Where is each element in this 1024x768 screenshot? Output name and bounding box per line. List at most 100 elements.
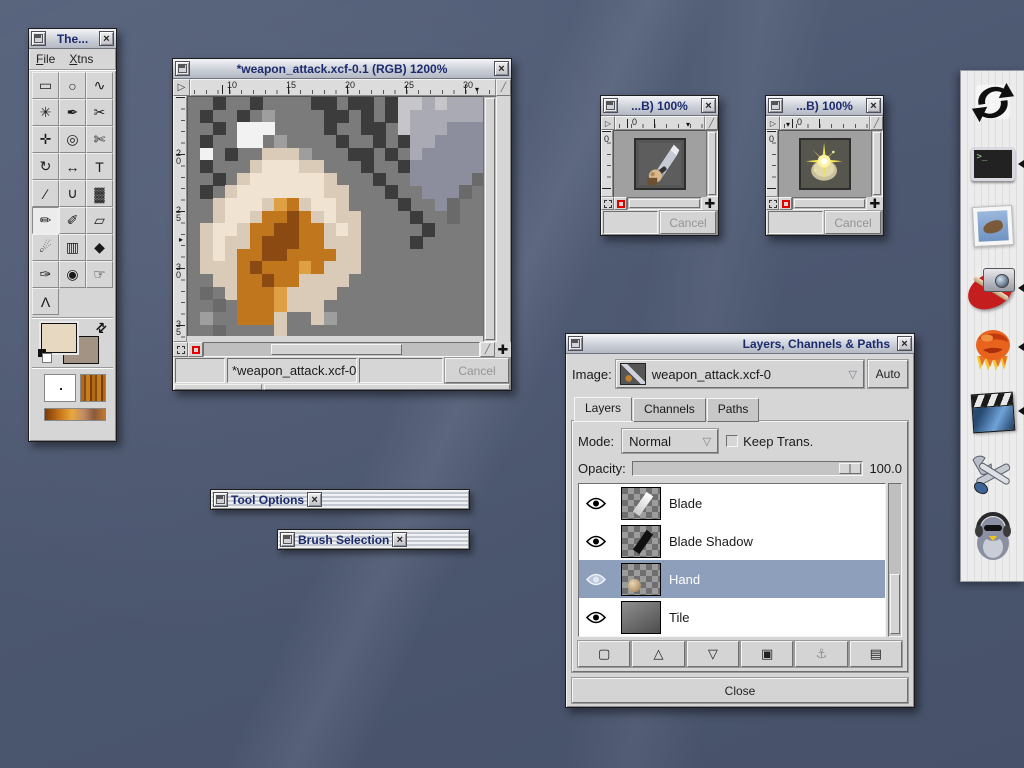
selection-mode-toggle[interactable] — [766, 197, 779, 210]
pan-navigation-icon[interactable]: ✚ — [702, 197, 718, 210]
vertical-ruler[interactable]: 0 — [766, 130, 778, 197]
close-icon[interactable]: × — [307, 492, 322, 507]
pan-navigation-icon[interactable]: ✚ — [867, 197, 883, 210]
tool-free-select[interactable]: ∿ — [86, 72, 113, 99]
dock-item-email[interactable] — [961, 195, 1024, 257]
drawer-arrow-icon[interactable] — [1018, 407, 1024, 415]
tool-measure[interactable]: Λ — [32, 288, 59, 315]
brush-selection-collapsed-window[interactable]: Brush Selection × — [277, 529, 470, 550]
dock-item-screenshot[interactable] — [961, 257, 1024, 319]
tool-clone[interactable]: ▥ — [59, 234, 86, 261]
default-colors-icon[interactable] — [38, 349, 52, 363]
canvas-pixels[interactable] — [187, 96, 483, 336]
tool-scissors[interactable]: ✂ — [86, 99, 113, 126]
window-menu-icon[interactable] — [603, 98, 618, 113]
tool-ink[interactable]: ✑ — [32, 261, 59, 288]
tool-options-collapsed-window[interactable]: Tool Options × — [210, 489, 470, 510]
preview-titlebar[interactable]: ...B) 100% × — [766, 96, 883, 116]
dock-item-terminal[interactable]: >_ — [961, 133, 1024, 195]
selection-mode-toggle[interactable] — [173, 342, 188, 357]
horizontal-scrollbar[interactable] — [203, 342, 480, 357]
swap-colors-icon[interactable]: ⇄ — [92, 318, 111, 337]
image-menu-button[interactable]: ▷ — [601, 116, 615, 130]
resize-strip[interactable] — [173, 384, 511, 390]
layer-list-scrollbar[interactable] — [888, 483, 902, 637]
tool-flip[interactable]: ↔ — [59, 153, 86, 180]
horizontal-scrollbar[interactable] — [627, 197, 702, 210]
anchor-layer-button[interactable]: ⚓ — [795, 641, 847, 667]
quickmask-toggle[interactable] — [779, 197, 792, 210]
window-menu-icon[interactable] — [31, 31, 46, 46]
close-icon[interactable]: × — [494, 61, 509, 76]
scrollbar-thumb[interactable] — [271, 344, 402, 355]
tool-paintbrush[interactable]: ✐ — [59, 207, 86, 234]
window-menu-icon[interactable] — [568, 336, 583, 351]
quickmask-toggle[interactable] — [188, 342, 203, 357]
layers-dialog-titlebar[interactable]: Layers, Channels & Paths × — [566, 334, 914, 354]
tool-dodge-burn[interactable]: ◉ — [59, 261, 86, 288]
cancel-button[interactable]: Cancel — [825, 211, 881, 234]
vertical-ruler[interactable]: 20 25 30 35 ▸ — [173, 96, 187, 342]
tool-pencil[interactable]: ✏ — [32, 207, 59, 234]
new-layer-button[interactable]: ▢ — [578, 641, 630, 667]
preview-titlebar[interactable]: ...B) 100% × — [601, 96, 718, 116]
scrollbar-thumb[interactable] — [890, 574, 900, 634]
tool-color-picker[interactable]: ∕ — [32, 180, 59, 207]
dock-item-system-tools[interactable] — [961, 443, 1024, 505]
horizontal-ruler[interactable]: 0 ▾ — [615, 116, 705, 130]
tool-move[interactable]: ✛ — [32, 126, 59, 153]
layer-visibility-toggle[interactable] — [579, 573, 613, 586]
pattern-preview[interactable] — [80, 374, 106, 402]
menu-file[interactable]: File — [36, 52, 55, 66]
dock-item-web-browser[interactable] — [961, 319, 1024, 381]
raise-layer-button[interactable]: △ — [632, 641, 684, 667]
image-window-titlebar[interactable]: *weapon_attack.xcf-0.1 (RGB) 1200% × — [173, 59, 511, 79]
layer-row-hand[interactable]: Hand — [579, 560, 885, 598]
tool-blend[interactable]: ▓ — [86, 180, 113, 207]
vertical-scrollbar[interactable] — [706, 130, 718, 197]
close-icon[interactable]: × — [701, 98, 716, 113]
scrollbar-thumb[interactable] — [794, 199, 865, 208]
vertical-scrollbar[interactable] — [483, 96, 497, 342]
layer-row-tile[interactable]: Tile — [579, 598, 885, 636]
duplicate-layer-button[interactable]: ▣ — [741, 641, 793, 667]
tool-rect-select[interactable]: ▭ — [32, 72, 59, 99]
tool-magnify[interactable]: ◎ — [59, 126, 86, 153]
dock-item-video-editor[interactable] — [961, 381, 1024, 443]
toolbox-titlebar[interactable]: The... × — [29, 29, 116, 49]
tool-ellipse-select[interactable]: ○ — [59, 72, 86, 99]
dock-item-back-arrow[interactable] — [961, 71, 1024, 133]
cancel-button[interactable]: Cancel — [445, 358, 509, 383]
image-menu-button[interactable]: ▷ — [173, 79, 190, 96]
gradient-preview[interactable] — [44, 408, 106, 421]
image-selector-dropdown[interactable]: weapon_attack.xcf-0 ▽ — [616, 360, 864, 388]
close-button[interactable]: Close — [572, 678, 908, 703]
drawer-arrow-icon[interactable] — [1018, 160, 1024, 168]
quickmask-toggle[interactable] — [614, 197, 627, 210]
vertical-ruler[interactable]: 0 — [601, 130, 613, 197]
tab[interactable]: Channels — [633, 398, 706, 422]
cancel-button[interactable]: Cancel — [660, 211, 716, 234]
preview-canvas[interactable] — [613, 130, 706, 197]
close-icon[interactable]: × — [866, 98, 881, 113]
tool-airbrush[interactable]: ☄ — [32, 234, 59, 261]
layer-row-blade-shadow[interactable]: Blade Shadow — [579, 522, 885, 560]
tab[interactable]: Layers — [574, 397, 632, 421]
horizontal-ruler[interactable]: 10 15 20 25 30 ▾ — [190, 79, 496, 96]
slider-thumb[interactable] — [839, 463, 861, 474]
vertical-scrollbar[interactable] — [871, 130, 883, 197]
pan-navigation-icon[interactable]: ✚ — [495, 342, 511, 357]
tool-bucket-fill[interactable]: ∪ — [59, 180, 86, 207]
layer-row-blade[interactable]: Blade — [579, 484, 885, 522]
window-menu-icon[interactable] — [175, 61, 190, 76]
close-icon[interactable]: × — [392, 532, 407, 547]
tool-transform[interactable]: ↻ — [32, 153, 59, 180]
menu-xtns[interactable]: Xtns — [69, 52, 93, 66]
drawer-arrow-icon[interactable] — [1018, 284, 1024, 292]
drawer-arrow-icon[interactable] — [1018, 343, 1024, 351]
mode-dropdown[interactable]: Normal ▽ — [622, 429, 718, 453]
keep-trans-checkbox[interactable] — [726, 435, 738, 447]
tool-convolve[interactable]: ◆ — [86, 234, 113, 261]
brush-preview[interactable] — [44, 374, 76, 402]
image-menu-button[interactable]: ▷ — [766, 116, 780, 130]
